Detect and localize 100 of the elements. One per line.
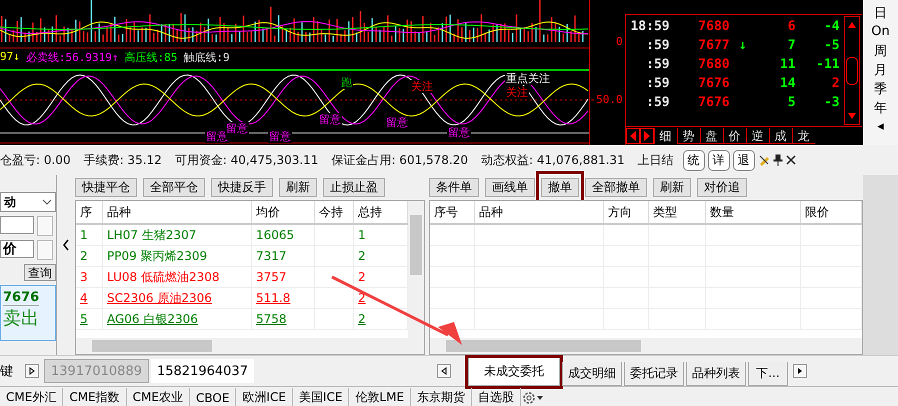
column-header[interactable]: 品种 [474, 201, 604, 224]
axis-label: 0 [616, 35, 623, 48]
toolbar-button[interactable]: 画线单 [485, 178, 535, 197]
indicator-value: 触底线:9 [183, 50, 230, 65]
tick-time: :59 [645, 95, 670, 110]
quantity-field[interactable] [0, 216, 34, 234]
table-cell: PP09 聚丙烯2309 [107, 248, 208, 262]
table-cell: 4 [80, 291, 88, 305]
tick-time: :59 [645, 76, 670, 91]
query-button[interactable]: 查询 [24, 264, 56, 281]
panel-button[interactable]: 详 [708, 150, 730, 170]
tab[interactable]: 委托记录 [624, 362, 684, 386]
toolbar-button[interactable]: 快捷反手 [211, 178, 273, 197]
view-tab[interactable]: 价 [722, 128, 746, 144]
scrollbar[interactable] [408, 201, 424, 338]
period-button[interactable]: 年 [874, 98, 888, 117]
table-cell: 2 [80, 249, 88, 263]
tab[interactable]: 下... [748, 362, 788, 386]
table-cell: AG06 白银2306 [107, 312, 198, 326]
column-header[interactable]: 序 [76, 201, 102, 224]
column-header[interactable]: 品种 [102, 201, 252, 224]
toolbar-button[interactable]: 对价追 [697, 178, 747, 197]
tick-price: 7680 [697, 57, 730, 72]
column-header[interactable]: 序号 [430, 201, 474, 224]
market-tab[interactable]: 伦敦LME [349, 388, 412, 406]
account-field: 上日结 [638, 152, 674, 168]
scroll-right-icon[interactable] [792, 364, 807, 378]
toolbar-button[interactable]: 条件单 [429, 178, 479, 197]
column-header[interactable]: 限价 [800, 201, 862, 224]
market-tab[interactable]: CME农业 [126, 388, 190, 406]
table-cell: 511.8 [256, 291, 290, 305]
view-tab[interactable]: 龙 [792, 128, 815, 144]
previous-icon[interactable] [626, 128, 640, 144]
view-tab[interactable]: 盘 [700, 128, 723, 144]
panel-button[interactable]: 退 [732, 150, 755, 170]
toolbar-button[interactable]: 止损止盈 [323, 178, 385, 197]
tick-volume: 11 [778, 57, 796, 72]
account-field: 仓盈亏: 0.00 [0, 152, 71, 168]
scroll-left-icon[interactable] [436, 364, 451, 378]
view-tab[interactable]: 成 [768, 128, 792, 144]
tab[interactable]: 未成交委托 [468, 358, 560, 386]
table-cell: 2 [358, 270, 366, 284]
table-cell: 1 [80, 228, 88, 242]
view-tab[interactable]: 势 [676, 128, 700, 144]
column-header[interactable]: 均价 [252, 201, 314, 224]
toolbar-button[interactable]: 全部撤单 [585, 178, 647, 197]
toolbar-button[interactable]: 刷新 [279, 178, 317, 197]
column-header[interactable]: 方向 [604, 201, 648, 224]
tick-volume: 5 [786, 95, 796, 110]
period-button[interactable]: 周 [874, 41, 888, 60]
close-icon[interactable] [786, 155, 796, 165]
market-tab[interactable]: CBOE [190, 388, 236, 406]
account-tab[interactable]: 15821964037 [150, 359, 254, 383]
market-tab[interactable]: 欧洲ICE [236, 388, 293, 406]
pin-icon[interactable] [772, 154, 783, 166]
chevron-down-icon [42, 199, 52, 205]
settings-icon[interactable] [521, 390, 538, 406]
toolbar-button[interactable]: 快捷平仓 [75, 178, 137, 197]
toolbar-button[interactable]: 刷新 [653, 178, 691, 197]
pencil-icon[interactable] [758, 154, 770, 166]
table-cell: 3 [80, 270, 88, 284]
period-button[interactable]: ◂ [877, 117, 884, 136]
caret-down-icon[interactable] [537, 396, 544, 400]
tick-change: -5 [822, 38, 840, 53]
market-tab[interactable]: 自选股 [472, 388, 522, 406]
toolbar-button[interactable]: 全部平仓 [143, 178, 205, 197]
scrollbar[interactable] [430, 338, 862, 354]
view-tab[interactable]: 逆 [746, 128, 769, 144]
toolbar-button[interactable]: 撤单 [541, 178, 579, 197]
market-tab[interactable]: CME指数 [63, 388, 127, 406]
account-field: 保证金占用: 601,578.20 [331, 152, 468, 168]
next-icon[interactable] [640, 128, 654, 144]
chevron-left-icon[interactable] [62, 239, 70, 251]
panel-button[interactable]: 统 [682, 150, 705, 170]
market-tab[interactable]: 美国ICE [292, 388, 350, 406]
scrollbar[interactable] [76, 338, 424, 354]
signal-label: 重点关注 [505, 72, 551, 85]
tick-volume: 6 [786, 19, 796, 34]
order-type-dropdown[interactable]: 动 [0, 192, 56, 212]
period-button[interactable]: 月 [874, 60, 888, 79]
column-header[interactable]: 今持 [314, 201, 354, 224]
signal-label: 跑 [340, 76, 353, 89]
period-button[interactable]: On [871, 22, 890, 41]
column-header[interactable]: 类型 [648, 201, 706, 224]
period-button[interactable]: 日 [874, 3, 888, 22]
scrollbar[interactable] [844, 16, 860, 125]
tab[interactable]: 品种列表 [686, 362, 746, 386]
column-header[interactable]: 数量 [706, 201, 800, 224]
period-button[interactable]: 季 [874, 79, 888, 98]
sell-button[interactable]: 7676 卖出 [0, 285, 56, 341]
scroll-thumb[interactable] [846, 56, 858, 84]
tab[interactable]: 成交明细 [562, 362, 622, 386]
table-cell: 3757 [256, 270, 287, 284]
signal-label: 留意 [225, 122, 249, 135]
market-tab[interactable]: 东京期货 [411, 388, 472, 406]
account-field: 手续费: 35.12 [84, 152, 162, 168]
play-icon[interactable] [25, 364, 39, 378]
tick-change: 2 [830, 76, 840, 91]
signal-label: 留意 [268, 130, 292, 143]
market-tab[interactable]: CME外汇 [0, 388, 64, 406]
